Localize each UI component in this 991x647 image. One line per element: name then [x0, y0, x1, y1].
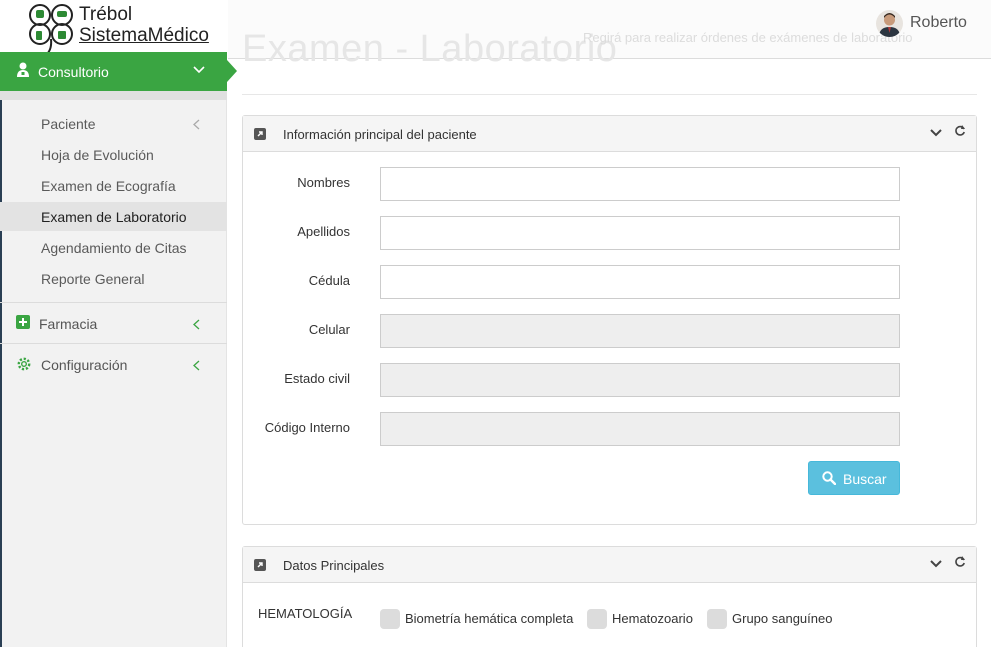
estado-civil-input — [380, 363, 900, 397]
sidebar-section-label: Consultorio — [38, 64, 109, 80]
sidebar-section-configuracion[interactable]: Configuración — [0, 345, 227, 383]
sidebar-item-agendamiento-citas[interactable]: Agendamiento de Citas — [0, 233, 227, 262]
sidebar-section-farmacia[interactable]: Farmacia — [0, 304, 227, 342]
cedula-input[interactable] — [380, 265, 900, 299]
clover-logo-icon — [29, 4, 73, 55]
nombres-label: Nombres — [297, 175, 350, 190]
chevron-left-icon — [193, 360, 200, 371]
search-icon — [822, 471, 836, 485]
nombres-input[interactable] — [380, 167, 900, 201]
chevron-down-icon — [193, 66, 205, 74]
hematozoario-checkbox-label[interactable]: Hematozoario — [612, 611, 693, 626]
search-button-label: Buscar — [843, 471, 887, 487]
chevron-left-icon — [193, 319, 200, 330]
sidebar: Trébol SistemaMédico Consultorio Pacient… — [0, 0, 237, 647]
brand-name-line1: Trébol — [79, 4, 133, 25]
user-md-icon — [17, 62, 29, 77]
sidebar-section-consultorio[interactable]: Consultorio — [0, 52, 237, 91]
sidebar-item-examen-ecografia[interactable]: Examen de Ecografía — [0, 171, 227, 200]
panel-header: Datos Principales — [243, 547, 976, 583]
biometria-checkbox-label[interactable]: Biometría hemática completa — [405, 611, 573, 626]
search-button[interactable]: Buscar — [808, 461, 900, 495]
sidebar-divider — [0, 343, 227, 344]
apellidos-input[interactable] — [380, 216, 900, 250]
estado-civil-label: Estado civil — [284, 371, 350, 386]
sidebar-item-label: Reporte General — [41, 271, 145, 287]
sidebar-item-reporte-general[interactable]: Reporte General — [0, 264, 227, 293]
celular-label: Celular — [308, 322, 350, 337]
celular-input — [380, 314, 900, 348]
refresh-icon[interactable] — [954, 124, 966, 137]
sidebar-item-label: Examen de Laboratorio — [41, 209, 187, 225]
sidebar-item-label: Hoja de Evolución — [41, 147, 154, 163]
sidebar-item-examen-laboratorio[interactable]: Examen de Laboratorio — [0, 202, 227, 231]
panel-title: Datos Principales — [283, 558, 385, 573]
sidebar-section-label: Farmacia — [39, 316, 98, 332]
grupo-sanguineo-checkbox[interactable] — [707, 609, 727, 629]
external-link-icon — [254, 559, 266, 571]
page-title: Examen - Laboratorio — [242, 28, 618, 70]
collapse-chevron-icon[interactable] — [930, 560, 942, 568]
gear-icon — [17, 357, 31, 371]
sidebar-item-hoja-evolucion[interactable]: Hoja de Evolución — [0, 140, 227, 169]
external-link-icon — [254, 128, 266, 140]
sidebar-item-label: Agendamiento de Citas — [41, 240, 187, 256]
sidebar-section-label: Configuración — [41, 357, 128, 373]
refresh-icon[interactable] — [954, 555, 966, 568]
cedula-label: Cédula — [308, 273, 350, 288]
sidebar-item-label: Paciente — [41, 116, 96, 132]
collapse-chevron-icon[interactable] — [930, 129, 942, 137]
panel-header: Información principal del paciente — [243, 116, 976, 152]
title-separator — [242, 94, 977, 95]
sidebar-item-label: Examen de Ecografía — [41, 178, 176, 194]
sidebar-divider — [0, 302, 227, 303]
hematozoario-checkbox[interactable] — [587, 609, 607, 629]
main-data-panel: Datos Principales — [242, 546, 977, 647]
submenu-top-shadow — [0, 91, 227, 100]
panel-title: Información principal del paciente — [283, 127, 477, 142]
biometria-checkbox[interactable] — [380, 609, 400, 629]
hematologia-section-label: HEMATOLOGÍA — [258, 606, 353, 621]
grupo-sanguineo-checkbox-label[interactable]: Grupo sanguíneo — [732, 611, 832, 626]
codigo-interno-label: Código Interno — [264, 420, 350, 435]
plus-square-icon — [16, 315, 30, 329]
avatar — [876, 10, 903, 37]
codigo-interno-input — [380, 412, 900, 446]
page-subtitle: Regirá para realizar órdenes de exámenes… — [583, 30, 913, 45]
brand-name-line2: SistemaMédico — [79, 25, 209, 46]
brand-logo[interactable]: Trébol SistemaMédico — [0, 0, 227, 60]
user-name: Roberto — [910, 14, 967, 31]
sidebar-item-paciente[interactable]: Paciente — [0, 109, 227, 138]
apellidos-label: Apellidos — [297, 224, 350, 239]
chevron-left-icon — [193, 119, 200, 130]
